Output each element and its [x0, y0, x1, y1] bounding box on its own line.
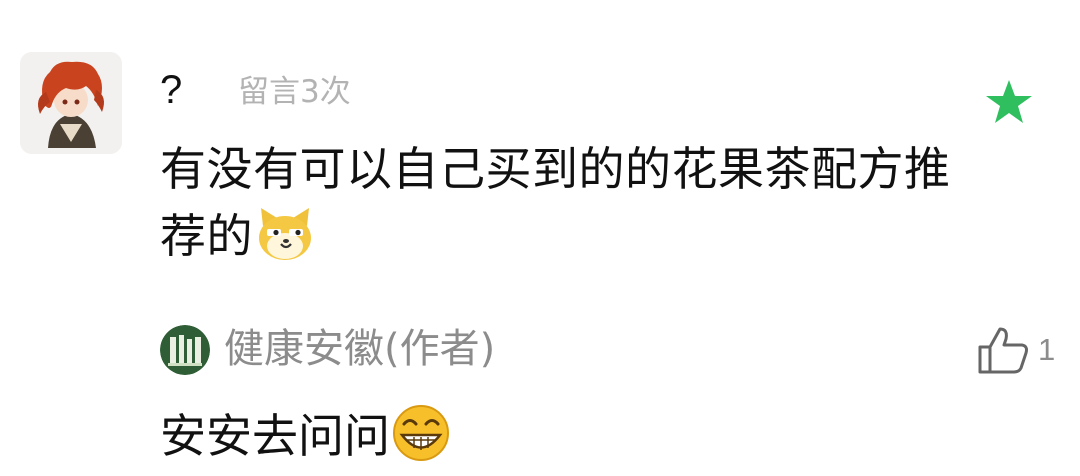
comment-text-line-2-text: 荐的 — [160, 209, 253, 263]
reply-text: 安安去问问 — [160, 404, 450, 468]
comment-text-line-2: 荐的 — [160, 203, 1040, 270]
message-count: 留言3次 — [238, 74, 351, 110]
user-avatar[interactable] — [20, 52, 122, 154]
comment-text-line-1: 有没有可以自己买到的的花果茶配方推 — [160, 142, 951, 196]
like-count: 1 — [1038, 332, 1056, 367]
author-avatar[interactable] — [160, 325, 210, 375]
reply-text-content: 安安去问问 — [160, 409, 390, 463]
username[interactable]: ? — [160, 66, 182, 114]
grin-emoji-icon — [393, 405, 449, 461]
star-icon[interactable] — [984, 78, 1034, 126]
smirk-dog-emoji-icon — [259, 208, 311, 260]
author-name[interactable]: 健康安徽(作者) — [224, 322, 495, 376]
comment-text: 有没有可以自己买到的的花果茶配方推 荐的 — [160, 136, 1040, 270]
comment-item: ? 留言3次 有没有可以自己买到的的花果茶配方推 荐的 健康安徽(作者) 1 安… — [0, 0, 1080, 476]
thumbs-up-icon[interactable] — [976, 325, 1030, 375]
